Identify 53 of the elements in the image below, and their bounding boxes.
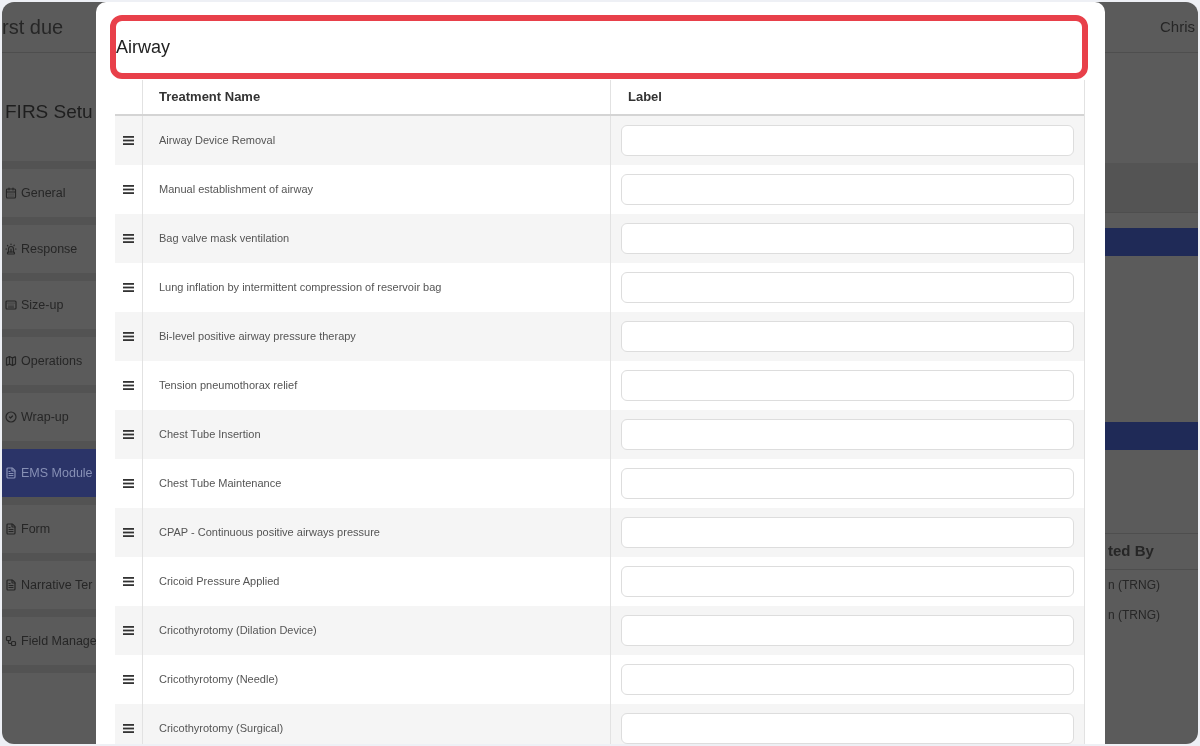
calendar-icon — [5, 187, 17, 199]
label-input[interactable] — [621, 566, 1074, 597]
page-title: FIRS Setu — [4, 100, 94, 124]
label-input[interactable] — [621, 272, 1074, 303]
label-input[interactable] — [621, 468, 1074, 499]
drag-handle-icon[interactable] — [123, 626, 134, 635]
label-input[interactable] — [621, 223, 1074, 254]
label-input[interactable] — [621, 370, 1074, 401]
drag-handle-icon[interactable] — [123, 136, 134, 145]
label-input[interactable] — [621, 664, 1074, 695]
drag-handle-icon[interactable] — [123, 577, 134, 586]
treatment-name: Chest Tube Maintenance — [159, 476, 282, 492]
treatment-name: Cricothyrotomy (Needle) — [159, 672, 279, 688]
check-circle-icon — [5, 411, 17, 423]
label-input[interactable] — [621, 419, 1074, 450]
treatment-name: Lung inflation by intermittent compression of reservoir bag — [159, 280, 442, 296]
workflow-icon — [5, 635, 17, 647]
drag-handle-icon[interactable] — [123, 724, 134, 733]
drag-handle-icon[interactable] — [123, 479, 134, 488]
sidebar-item[interactable]: EMS Module — [2, 449, 96, 497]
document-icon — [5, 579, 17, 591]
treatment-name: Airway Device Removal — [159, 133, 276, 149]
column-header: Treatment Name — [159, 88, 261, 107]
document-icon — [5, 467, 17, 479]
treatment-name: Cricothyrotomy (Dilation Device) — [159, 623, 317, 639]
drag-handle-icon[interactable] — [123, 528, 134, 537]
treatment-name: CPAP - Continuous positive airways pressure — [159, 525, 380, 541]
drag-handle-icon[interactable] — [123, 185, 134, 194]
drag-handle-icon[interactable] — [123, 430, 134, 439]
treatment-name: Manual establishment of airway — [159, 182, 314, 198]
drag-handle-icon[interactable] — [123, 332, 134, 341]
treatment-name: Cricoid Pressure Applied — [159, 574, 280, 590]
label-input[interactable] — [621, 615, 1074, 646]
drag-handle-icon[interactable] — [123, 283, 134, 292]
document-icon — [5, 523, 17, 535]
column-header: Label — [628, 88, 662, 107]
treatment-name: Bag valve mask ventilation — [159, 231, 290, 247]
label-input[interactable] — [621, 174, 1074, 205]
label-input[interactable] — [621, 713, 1074, 744]
treatment-name: Cricothyrotomy (Surgical) — [159, 721, 284, 737]
label-input[interactable] — [621, 321, 1074, 352]
treatment-name: Chest Tube Insertion — [159, 427, 261, 443]
drag-handle-icon[interactable] — [123, 234, 134, 243]
keyboard-icon — [5, 299, 17, 311]
treatment-name: Tension pneumothorax relief — [159, 378, 298, 394]
drag-handle-icon[interactable] — [123, 381, 134, 390]
modal-title: Airway — [116, 38, 170, 56]
drag-handle-icon[interactable] — [123, 675, 134, 684]
siren-icon — [5, 243, 17, 255]
label-input[interactable] — [621, 125, 1074, 156]
map-icon — [5, 355, 17, 367]
label-input[interactable] — [621, 517, 1074, 548]
treatment-name: Bi-level positive airway pressure therapy — [159, 329, 356, 345]
